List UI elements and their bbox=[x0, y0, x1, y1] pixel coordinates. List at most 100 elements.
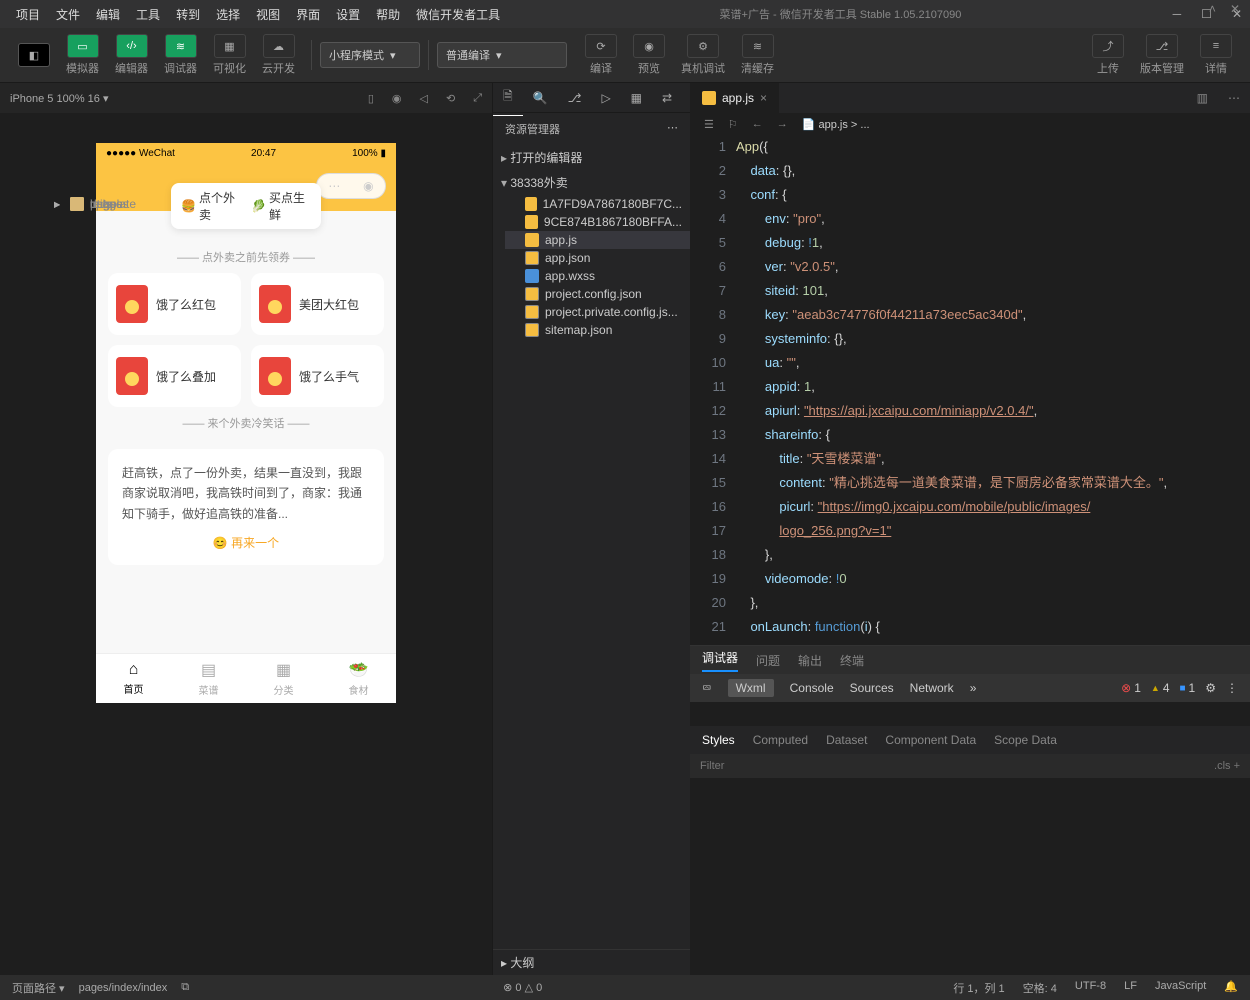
collapse-icon[interactable]: ˄ bbox=[1209, 2, 1216, 16]
tree-node[interactable]: app.wxss bbox=[505, 267, 690, 285]
coupon-card[interactable]: 饿了么叠加 bbox=[108, 345, 241, 407]
tabbar-item[interactable]: ⌂首页 bbox=[96, 654, 171, 703]
tree-node[interactable]: app.json bbox=[505, 249, 690, 267]
search-icon[interactable]: 🔍 bbox=[523, 91, 558, 105]
menu-item[interactable]: 微信开发者工具 bbox=[408, 2, 508, 27]
breadcrumb[interactable]: ☰ ⚐ ← → 📄 app.js > ... bbox=[690, 113, 1250, 135]
capsule-button[interactable]: ⋯◉ bbox=[316, 173, 386, 199]
menu-item[interactable]: 视图 bbox=[248, 2, 288, 27]
preview-button[interactable]: ◉预览 bbox=[625, 31, 673, 79]
dbg-tab[interactable]: 输出 bbox=[798, 652, 822, 669]
copy-icon[interactable]: ⧉ bbox=[181, 981, 189, 994]
git-icon[interactable]: ⎇ bbox=[558, 91, 592, 105]
path-label[interactable]: 页面路径 ▾ bbox=[12, 980, 65, 996]
section-project[interactable]: 38338外卖 bbox=[493, 170, 690, 195]
more-icon[interactable]: ⋯ bbox=[667, 121, 678, 137]
style-tab[interactable]: Component Data bbox=[885, 733, 976, 747]
menu-item[interactable]: 转到 bbox=[168, 2, 208, 27]
more-icon[interactable]: ⇄ bbox=[652, 91, 682, 105]
sources-tab[interactable]: Sources bbox=[850, 681, 894, 695]
device-icon[interactable]: ▯ bbox=[368, 92, 374, 105]
header-tabs[interactable]: 🍔点个外卖 🥬买点生鲜 bbox=[171, 183, 321, 229]
tree-node[interactable]: project.private.config.js... bbox=[505, 303, 690, 321]
menu-item[interactable]: 编辑 bbox=[88, 2, 128, 27]
realdebug-button[interactable]: ⚙真机调试 bbox=[673, 31, 733, 79]
split-icon[interactable]: ▥ bbox=[1187, 91, 1218, 105]
more-icon[interactable]: ⋮ bbox=[1226, 681, 1238, 695]
menu-item[interactable]: 工具 bbox=[128, 2, 168, 27]
dbg-tab[interactable]: 问题 bbox=[756, 652, 780, 669]
compile-button[interactable]: ⟳编译 bbox=[577, 31, 625, 79]
console-tab[interactable]: Console bbox=[790, 681, 834, 695]
app-icon[interactable]: ◧ bbox=[10, 40, 58, 70]
bell-icon[interactable]: 🔔 bbox=[1224, 980, 1238, 996]
close-panel-icon[interactable]: ✕ bbox=[1230, 2, 1240, 16]
expand-icon[interactable]: ⤢ bbox=[473, 92, 482, 105]
page-path[interactable]: pages/index/index bbox=[79, 982, 168, 994]
network-tab[interactable]: Network bbox=[910, 681, 954, 695]
minimize-icon[interactable]: ─ bbox=[1173, 7, 1182, 21]
menu-item[interactable]: 界面 bbox=[288, 2, 328, 27]
list-icon[interactable]: ☰ bbox=[704, 118, 714, 131]
tree-node[interactable]: 9CE874B1867180BFFA... bbox=[505, 213, 690, 231]
code-editor[interactable]: 123456789101112131415161718192021 App({ … bbox=[690, 135, 1250, 645]
files-icon[interactable]: 🗎 bbox=[493, 80, 523, 116]
debugger-button[interactable]: ≋调试器 bbox=[156, 31, 205, 79]
record-icon[interactable]: ◉ bbox=[392, 92, 402, 105]
upload-button[interactable]: ⤴上传 bbox=[1084, 31, 1132, 79]
style-tab[interactable]: Styles bbox=[702, 733, 735, 747]
device-select[interactable]: iPhone 5 100% 16 ▾ bbox=[10, 92, 108, 105]
clouddev-button[interactable]: ☁云开发 bbox=[254, 31, 303, 79]
settings-icon[interactable]: ⚙ bbox=[1205, 681, 1216, 695]
back-icon[interactable]: ← bbox=[752, 118, 763, 130]
coupon-card[interactable]: 美团大红包 bbox=[251, 273, 384, 335]
forward-icon[interactable]: → bbox=[777, 118, 788, 130]
explorer-panel: 🗎 🔍 ⎇ ▷ ▦ ⇄ 资源管理器⋯ 打开的编辑器 38338外卖 cpdata… bbox=[492, 83, 690, 975]
tree-node[interactable]: sitemap.json bbox=[505, 321, 690, 339]
file-tab[interactable]: app.js× bbox=[690, 83, 780, 113]
style-tab[interactable]: Scope Data bbox=[994, 733, 1057, 747]
style-tab[interactable]: Computed bbox=[753, 733, 808, 747]
ext-icon[interactable]: ▦ bbox=[621, 91, 652, 105]
menu-item[interactable]: 帮助 bbox=[368, 2, 408, 27]
filter-input[interactable]: Filter bbox=[700, 760, 724, 772]
debugger-toolbar: ⮹ Wxml Console Sources Network » 1 4 1 ⚙… bbox=[690, 674, 1250, 702]
overflow-icon[interactable]: » bbox=[970, 681, 977, 695]
section-open-editors[interactable]: 打开的编辑器 bbox=[493, 145, 690, 170]
tabbar-item[interactable]: ▤菜谱 bbox=[171, 654, 246, 703]
editor-button[interactable]: ‹/›编辑器 bbox=[107, 31, 156, 79]
coupon-card[interactable]: 饿了么红包 bbox=[108, 273, 241, 335]
clearcache-button[interactable]: ≋清缓存 bbox=[733, 31, 782, 79]
mode-select[interactable]: 小程序模式▾ bbox=[320, 42, 420, 68]
dbg-tab[interactable]: 调试器 bbox=[702, 649, 738, 672]
phone-simulator[interactable]: ●●●●● WeChat 20:47 100% ▮ ⋯◉ 🍔点个外卖 🥬买点生鲜… bbox=[96, 143, 396, 703]
menu-item[interactable]: 设置 bbox=[328, 2, 368, 27]
menu-item[interactable]: 选择 bbox=[208, 2, 248, 27]
mute-icon[interactable]: ◁ bbox=[420, 92, 428, 105]
style-tab[interactable]: Dataset bbox=[826, 733, 867, 747]
tree-node[interactable]: 1A7FD9A7867180BF7C... bbox=[505, 195, 690, 213]
visualize-button[interactable]: ▦可视化 bbox=[205, 31, 254, 79]
bookmark-icon[interactable]: ⚐ bbox=[728, 118, 738, 131]
tree-node[interactable]: app.js bbox=[505, 231, 690, 249]
tabbar-item[interactable]: ▦分类 bbox=[246, 654, 321, 703]
menu-item[interactable]: 项目 bbox=[8, 2, 48, 27]
simulator-button[interactable]: ▭模拟器 bbox=[58, 31, 107, 79]
details-button[interactable]: ≡详情 bbox=[1192, 31, 1240, 79]
version-button[interactable]: ⎇版本管理 bbox=[1132, 31, 1192, 79]
wxml-tab[interactable]: Wxml bbox=[728, 679, 774, 697]
outline-section[interactable]: 大纲 bbox=[493, 949, 690, 975]
dbg-tab[interactable]: 终端 bbox=[840, 652, 864, 669]
compile-select[interactable]: 普通编译▾ bbox=[437, 42, 567, 68]
tabbar-item[interactable]: 🥗食材 bbox=[321, 654, 396, 703]
rotate-icon[interactable]: ⟲ bbox=[446, 92, 455, 105]
coupon-card[interactable]: 饿了么手气 bbox=[251, 345, 384, 407]
tree-node[interactable]: utils bbox=[46, 195, 119, 213]
tree-node[interactable]: project.config.json bbox=[505, 285, 690, 303]
close-tab-icon[interactable]: × bbox=[760, 91, 767, 105]
menu-item[interactable]: 文件 bbox=[48, 2, 88, 27]
debug-icon[interactable]: ▷ bbox=[591, 91, 620, 105]
again-button[interactable]: 😊 再来一个 bbox=[122, 534, 370, 551]
more-icon[interactable]: ⋯ bbox=[1218, 91, 1250, 105]
inspect-icon[interactable]: ⮹ bbox=[702, 681, 712, 696]
